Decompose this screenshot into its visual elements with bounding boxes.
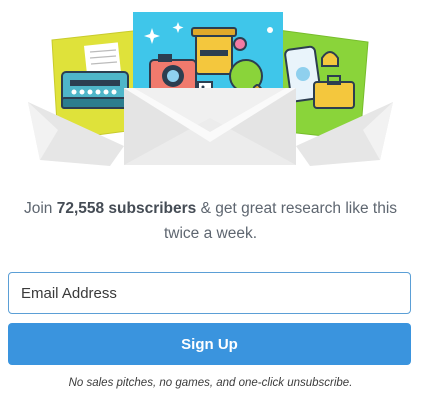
envelopes-illustration-icon bbox=[28, 12, 393, 166]
hero-illustration bbox=[0, 0, 421, 185]
subscribe-tagline: Join 72,558 subscribers & get great rese… bbox=[20, 196, 401, 246]
tagline-suffix: & get great research like this twice a w… bbox=[163, 200, 398, 242]
sign-up-button[interactable]: Sign Up bbox=[8, 323, 411, 365]
tagline-prefix: Join bbox=[23, 200, 57, 217]
email-input[interactable] bbox=[8, 272, 411, 314]
subscriber-count: 72,558 subscribers bbox=[56, 200, 197, 217]
center-envelope bbox=[124, 88, 296, 165]
disclaimer-text: No sales pitches, no games, and one-clic… bbox=[68, 377, 353, 389]
